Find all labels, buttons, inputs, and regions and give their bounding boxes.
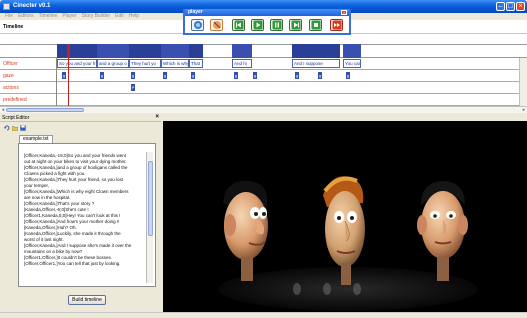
track-gaze: gaze g g g g g g g g g g <box>0 70 519 82</box>
track-separator <box>56 82 57 94</box>
open-folder-icon[interactable] <box>12 125 18 131</box>
gaze-marker[interactable]: g <box>163 72 167 79</box>
character-head-left <box>223 180 268 281</box>
script-editor-title: Script Editor <box>2 115 30 121</box>
scroll-right-icon[interactable]: ▸ <box>521 107 527 113</box>
timeline-title: Timeline <box>3 24 24 30</box>
track-label: gaze <box>3 73 14 79</box>
stand-shadow <box>323 283 331 295</box>
menu-timeline[interactable]: Timeline <box>39 13 58 20</box>
track-officer: Officer So you and your fri and a group … <box>0 58 519 70</box>
stand-shadow <box>353 283 361 295</box>
ruler-segment <box>161 44 189 58</box>
tab-example-txt[interactable]: example.txt <box>19 135 53 143</box>
minimize-button[interactable]: – <box>496 2 505 11</box>
ruler-segment <box>343 44 361 58</box>
timeline-horizontal-scrollbar[interactable]: ◂ ▸ <box>0 106 527 113</box>
menu-file[interactable]: File <box>5 13 13 20</box>
timeline-vertical-scrollbar[interactable] <box>519 58 527 106</box>
player-title: player <box>185 9 349 16</box>
close-button[interactable]: × <box>516 2 525 11</box>
timeline-clip[interactable]: And I suppose <box>292 59 340 68</box>
menu-editors[interactable]: Editors <box>18 13 34 20</box>
pause-button[interactable] <box>270 19 283 31</box>
gaze-marker[interactable]: g <box>295 72 299 79</box>
timeline-clip[interactable]: So you and your fri <box>57 59 97 68</box>
save-icon[interactable] <box>20 125 26 131</box>
ruler-segment <box>292 44 340 58</box>
gaze-marker[interactable]: g <box>191 72 195 79</box>
undo-icon[interactable] <box>4 125 10 131</box>
character-head-right <box>417 181 468 281</box>
timeline-clip[interactable]: and a group o <box>97 59 129 68</box>
stop-button[interactable] <box>309 19 322 31</box>
track-separator <box>56 70 57 82</box>
timeline-gap <box>0 34 527 44</box>
play-button[interactable] <box>251 19 264 31</box>
track-label: predefined <box>3 97 27 103</box>
player-close-button[interactable]: × <box>341 10 347 15</box>
playhead-line <box>68 44 69 106</box>
build-timeline-button[interactable]: Build timeline <box>68 295 106 305</box>
record-icon <box>193 21 202 29</box>
scrollbar-thumb[interactable] <box>148 161 153 236</box>
script-editor-toolbar <box>0 122 162 134</box>
gaze-marker[interactable]: g <box>100 72 104 79</box>
timeline-ruler[interactable] <box>0 44 527 58</box>
app-window: { "app": {"title": "Cinecter v0.1"}, "wi… <box>0 0 527 318</box>
ruler-segment <box>57 44 97 58</box>
player-window: player × <box>183 9 351 35</box>
menu-player[interactable]: Player <box>62 13 76 20</box>
timeline-clip[interactable]: And hi <box>232 59 252 68</box>
gaze-marker[interactable]: g <box>131 72 135 79</box>
menu-edit[interactable]: Edit <box>115 13 124 20</box>
script-text[interactable]: [Officer,Kaneda,-15;0]So you and your fr… <box>24 153 150 281</box>
exit-button[interactable] <box>330 19 343 31</box>
stop-record-icon <box>212 21 221 29</box>
ruler-segment <box>97 44 129 58</box>
play-icon <box>253 20 262 30</box>
fast-forward-button[interactable] <box>289 19 302 31</box>
script-line: [Officer,Officer1,]You can tell that jus… <box>24 261 121 266</box>
animation-stage[interactable] <box>163 121 527 312</box>
scrollbar-thumb[interactable] <box>6 108 84 112</box>
status-bar <box>0 312 527 318</box>
exit-icon <box>332 20 341 30</box>
track-separator <box>56 94 57 106</box>
fast-forward-icon <box>291 20 300 30</box>
script-editor-close-button[interactable]: × <box>155 114 159 120</box>
action-marker[interactable]: P <box>131 84 135 91</box>
stage-scene <box>218 176 478 311</box>
pause-icon <box>272 20 281 30</box>
timeline-clip[interactable]: Which is why <box>161 59 189 68</box>
app-icon <box>3 3 10 10</box>
maximize-button[interactable]: □ <box>506 2 515 11</box>
ruler-segment <box>129 44 161 58</box>
gaze-marker[interactable]: g <box>253 72 257 79</box>
ruler-segment <box>232 44 252 58</box>
menu-story-builder[interactable]: Story Builder <box>82 13 111 20</box>
timeline-clip[interactable]: They hurt yo <box>129 59 161 68</box>
ruler-segment <box>189 44 203 58</box>
track-actions: actions P <box>0 82 519 94</box>
stand-shadow <box>293 283 301 295</box>
script-editor-scrollbar[interactable] <box>146 152 153 283</box>
track-label: Officer <box>3 61 18 67</box>
track-predefined: predefined <box>0 94 519 106</box>
stop-icon <box>311 20 320 30</box>
script-editor-titlebar: Script Editor × <box>0 114 162 122</box>
timeline-clip[interactable]: That <box>189 59 203 68</box>
gaze-marker[interactable]: g <box>318 72 322 79</box>
rewind-icon <box>234 20 243 30</box>
stop-record-button[interactable] <box>210 19 223 31</box>
gaze-marker[interactable]: g <box>62 72 66 79</box>
track-label: actions <box>3 85 19 91</box>
record-button[interactable] <box>191 19 204 31</box>
gaze-marker[interactable]: g <box>234 72 238 79</box>
timeline-clip[interactable]: You car <box>343 59 361 68</box>
rewind-button[interactable] <box>232 19 245 31</box>
menu-help[interactable]: Help <box>129 13 139 20</box>
gaze-marker[interactable]: g <box>346 72 350 79</box>
app-title: Cinecter v0.1 <box>13 3 51 9</box>
